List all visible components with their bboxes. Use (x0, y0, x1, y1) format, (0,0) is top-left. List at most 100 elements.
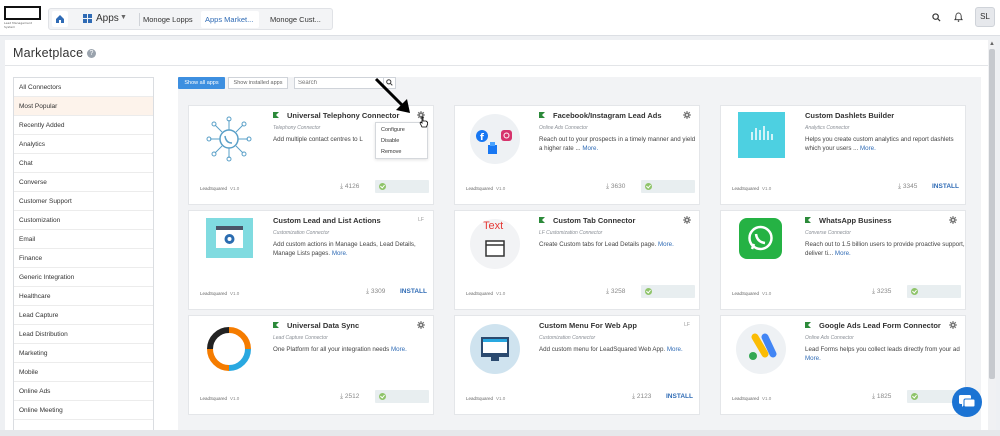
sidebar-item-lead-capture[interactable]: Lead Capture (14, 306, 153, 325)
connector-card[interactable]: Custom Lead and List Actions LF Customiz… (188, 210, 434, 310)
more-link[interactable]: More. (658, 241, 674, 248)
show-all-apps-button[interactable]: Show all apps (178, 77, 225, 89)
install-button[interactable]: INSTALL (400, 288, 427, 295)
sidebar-item-all-connectors[interactable]: All Connectors (14, 78, 153, 97)
sidebar-item-healthcare[interactable]: Healthcare (14, 287, 153, 306)
card-description: One Platform for all your integration ne… (273, 346, 407, 353)
telephony-connector-icon (204, 114, 254, 164)
gear-icon[interactable] (949, 216, 957, 224)
show-installed-apps-button[interactable]: Show installed apps (228, 77, 288, 89)
tab-manage-customers[interactable]: Monoge Cust... (270, 11, 321, 28)
sidebar-item-online-ads[interactable]: Online Ads (14, 382, 153, 401)
menu-item-configure[interactable]: Configure (381, 127, 405, 133)
page-scrollbar[interactable]: ▲ (988, 40, 996, 430)
gear-icon[interactable] (949, 321, 957, 329)
check-icon (911, 288, 918, 295)
logo[interactable]: Lead Management System (4, 6, 41, 29)
sidebar-item-most-popular[interactable]: Most Popular (14, 97, 153, 116)
connector-card[interactable]: Universal Data Sync Lead Capture Connect… (188, 315, 434, 415)
sidebar-item-mobile[interactable]: Mobile (14, 363, 153, 382)
sidebar-item-analytics[interactable]: Analytics (14, 135, 153, 154)
sidebar-item-finance[interactable]: Finance (14, 249, 153, 268)
connector-card[interactable]: Text Custom Tab Connector LF Customizati… (454, 210, 700, 310)
installed-badge (375, 390, 429, 403)
connector-card[interactable]: Google Ads Lead Form Connector Online Ad… (720, 315, 966, 415)
divider (5, 65, 990, 66)
apps-grid-icon (83, 14, 92, 23)
check-icon (911, 393, 918, 400)
bell-icon[interactable] (954, 12, 963, 22)
sidebar-item-generic-integration[interactable]: Generic Integration (14, 268, 153, 287)
scroll-up-icon[interactable]: ▲ (989, 41, 995, 47)
check-icon (645, 288, 652, 295)
more-link[interactable]: More. (582, 145, 598, 152)
whatsapp-icon (739, 218, 782, 259)
download-icon: ⤓ (898, 183, 902, 190)
card-description: Add custom menu for LeadSquared Web App.… (539, 346, 683, 353)
help-icon[interactable]: ? (87, 49, 96, 58)
sidebar-item-customization[interactable]: Customization (14, 211, 153, 230)
download-count: ⤓ 3630 (606, 183, 626, 190)
more-link[interactable]: More. (835, 250, 851, 257)
more-link[interactable]: More. (332, 250, 348, 257)
avatar[interactable]: SL (975, 7, 995, 27)
card-version: V1.0 (496, 396, 506, 401)
sidebar-item-recently-added[interactable]: Recently Added (14, 116, 153, 135)
install-button[interactable]: INSTALL (666, 393, 693, 400)
connector-card[interactable]: f Facebook/Instagram Lead Ads Online Ads… (454, 105, 700, 205)
more-link[interactable]: More. (860, 145, 876, 152)
sidebar-item-email[interactable]: Email (14, 230, 153, 249)
download-count: ⤓ 3309 (366, 288, 386, 295)
tab-manage-leads[interactable]: Monoge Lopps (143, 11, 193, 28)
category-sidebar: All Connectors Most Popular Recently Add… (13, 77, 154, 436)
card-vendor: LeadSquared (200, 186, 228, 191)
nav-tabs: Apps ▼ Monoge Lopps Apps Market... Monog… (48, 8, 333, 30)
connector-card[interactable]: WhatsApp Business Converse Connector Rea… (720, 210, 966, 310)
verified-flag-icon (273, 322, 279, 328)
install-button[interactable]: INSTALL (932, 183, 959, 190)
download-icon: ⤓ (606, 183, 610, 190)
sidebar-item-lead-distribution[interactable]: Lead Distribution (14, 325, 153, 344)
download-icon: ⤓ (340, 393, 344, 400)
search-input[interactable] (295, 78, 383, 88)
card-vendor: LeadSquared (732, 396, 760, 401)
card-title: Custom Dashlets Builder (805, 111, 895, 120)
card-version: V1.0 (762, 396, 772, 401)
menu-item-remove[interactable]: Remove (381, 149, 401, 155)
annotation-arrow-icon (374, 77, 410, 113)
card-version: V1.0 (230, 291, 240, 296)
more-link[interactable]: More. (391, 346, 407, 353)
connector-card[interactable]: Custom Menu For Web App LF Customization… (454, 315, 700, 415)
installed-badge (641, 285, 695, 298)
download-icon: ⤓ (872, 288, 876, 295)
installed-badge (907, 285, 961, 298)
verified-flag-icon (273, 112, 279, 118)
tab-apps-marketplace[interactable]: Apps Market... (201, 11, 259, 28)
card-category: Lead Capture Connector (273, 335, 328, 341)
card-category: Telephony Connector (273, 125, 321, 131)
hand-cursor-icon (419, 116, 428, 128)
home-button[interactable] (52, 11, 68, 27)
gear-icon[interactable] (417, 321, 425, 329)
chat-button[interactable] (952, 387, 982, 417)
gear-icon[interactable] (683, 216, 691, 224)
card-version: V1.0 (762, 291, 772, 296)
sidebar-item-customer-support[interactable]: Customer Support (14, 192, 153, 211)
more-link[interactable]: More. (805, 355, 821, 362)
check-icon (379, 183, 386, 190)
more-link[interactable]: More. (667, 346, 683, 353)
scrollbar-thumb[interactable] (989, 49, 995, 379)
card-vendor: LeadSquared (466, 396, 494, 401)
sidebar-item-online-meeting[interactable]: Online Meeting (14, 401, 153, 420)
sidebar-item-marketing[interactable]: Marketing (14, 344, 153, 363)
sidebar-item-converse[interactable]: Converse (14, 173, 153, 192)
gear-icon[interactable] (683, 111, 691, 119)
menu-item-disable[interactable]: Disable (381, 138, 399, 144)
card-vendor: LeadSquared (732, 186, 760, 191)
lf-badge: LF (418, 217, 424, 223)
search-icon[interactable] (932, 13, 941, 22)
connector-card[interactable]: Custom Dashlets Builder Analytics Connec… (720, 105, 966, 205)
card-category: Online Ads Connector (539, 125, 588, 131)
sidebar-item-chat[interactable]: Chat (14, 154, 153, 173)
installed-badge (375, 180, 429, 193)
